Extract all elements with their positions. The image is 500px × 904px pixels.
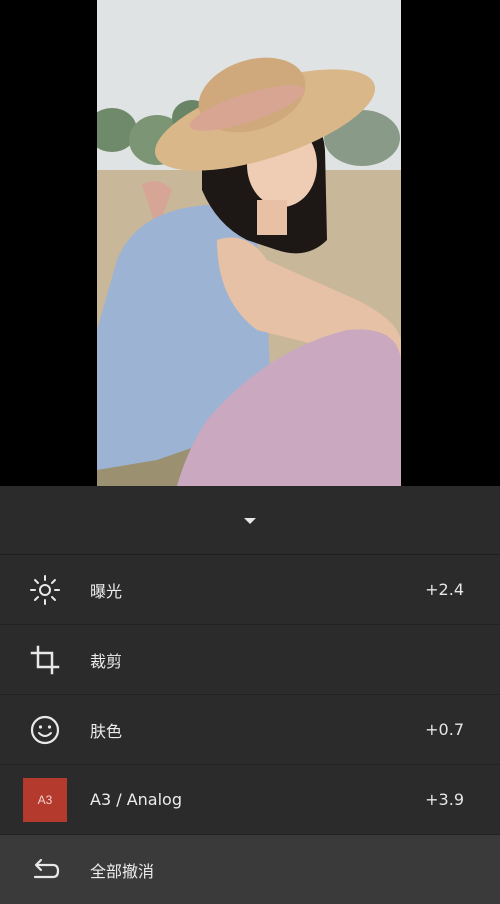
adjustment-row-skin-tone[interactable]: 肤色 +0.7	[0, 695, 500, 765]
undo-all-label: 全部撤消	[90, 861, 155, 881]
edited-photo[interactable]	[97, 0, 401, 486]
adjustment-row-preset[interactable]: A3 A3 / Analog +3.9	[0, 765, 500, 835]
adjustment-value: +2.4	[425, 580, 464, 599]
adjustment-row-crop[interactable]: 裁剪	[0, 625, 500, 695]
adjustment-value: +0.7	[425, 720, 464, 739]
adjustment-value: +3.9	[425, 790, 464, 809]
chevron-down-icon	[244, 518, 256, 524]
photo-image	[97, 0, 401, 486]
adjustments-panel: 曝光 +2.4 裁剪 肤色 +0.7 A3 A3 / Analog +3.9 全…	[0, 486, 500, 904]
skin-tone-face-icon	[23, 708, 67, 752]
adjustment-label: A3 / Analog	[90, 790, 182, 809]
adjustment-row-exposure[interactable]: 曝光 +2.4	[0, 555, 500, 625]
crop-icon	[23, 638, 67, 682]
exposure-sun-icon	[23, 568, 67, 612]
undo-all-button[interactable]: 全部撤消	[0, 835, 500, 904]
photo-viewer	[0, 0, 500, 486]
preset-badge-label: A3	[23, 777, 67, 822]
undo-arrow-icon	[23, 848, 67, 892]
preset-badge: A3	[23, 777, 67, 822]
adjustment-label: 曝光	[90, 581, 123, 601]
adjustment-label: 裁剪	[90, 651, 123, 671]
collapse-panel-button[interactable]	[0, 486, 500, 555]
adjustment-label: 肤色	[90, 721, 123, 741]
